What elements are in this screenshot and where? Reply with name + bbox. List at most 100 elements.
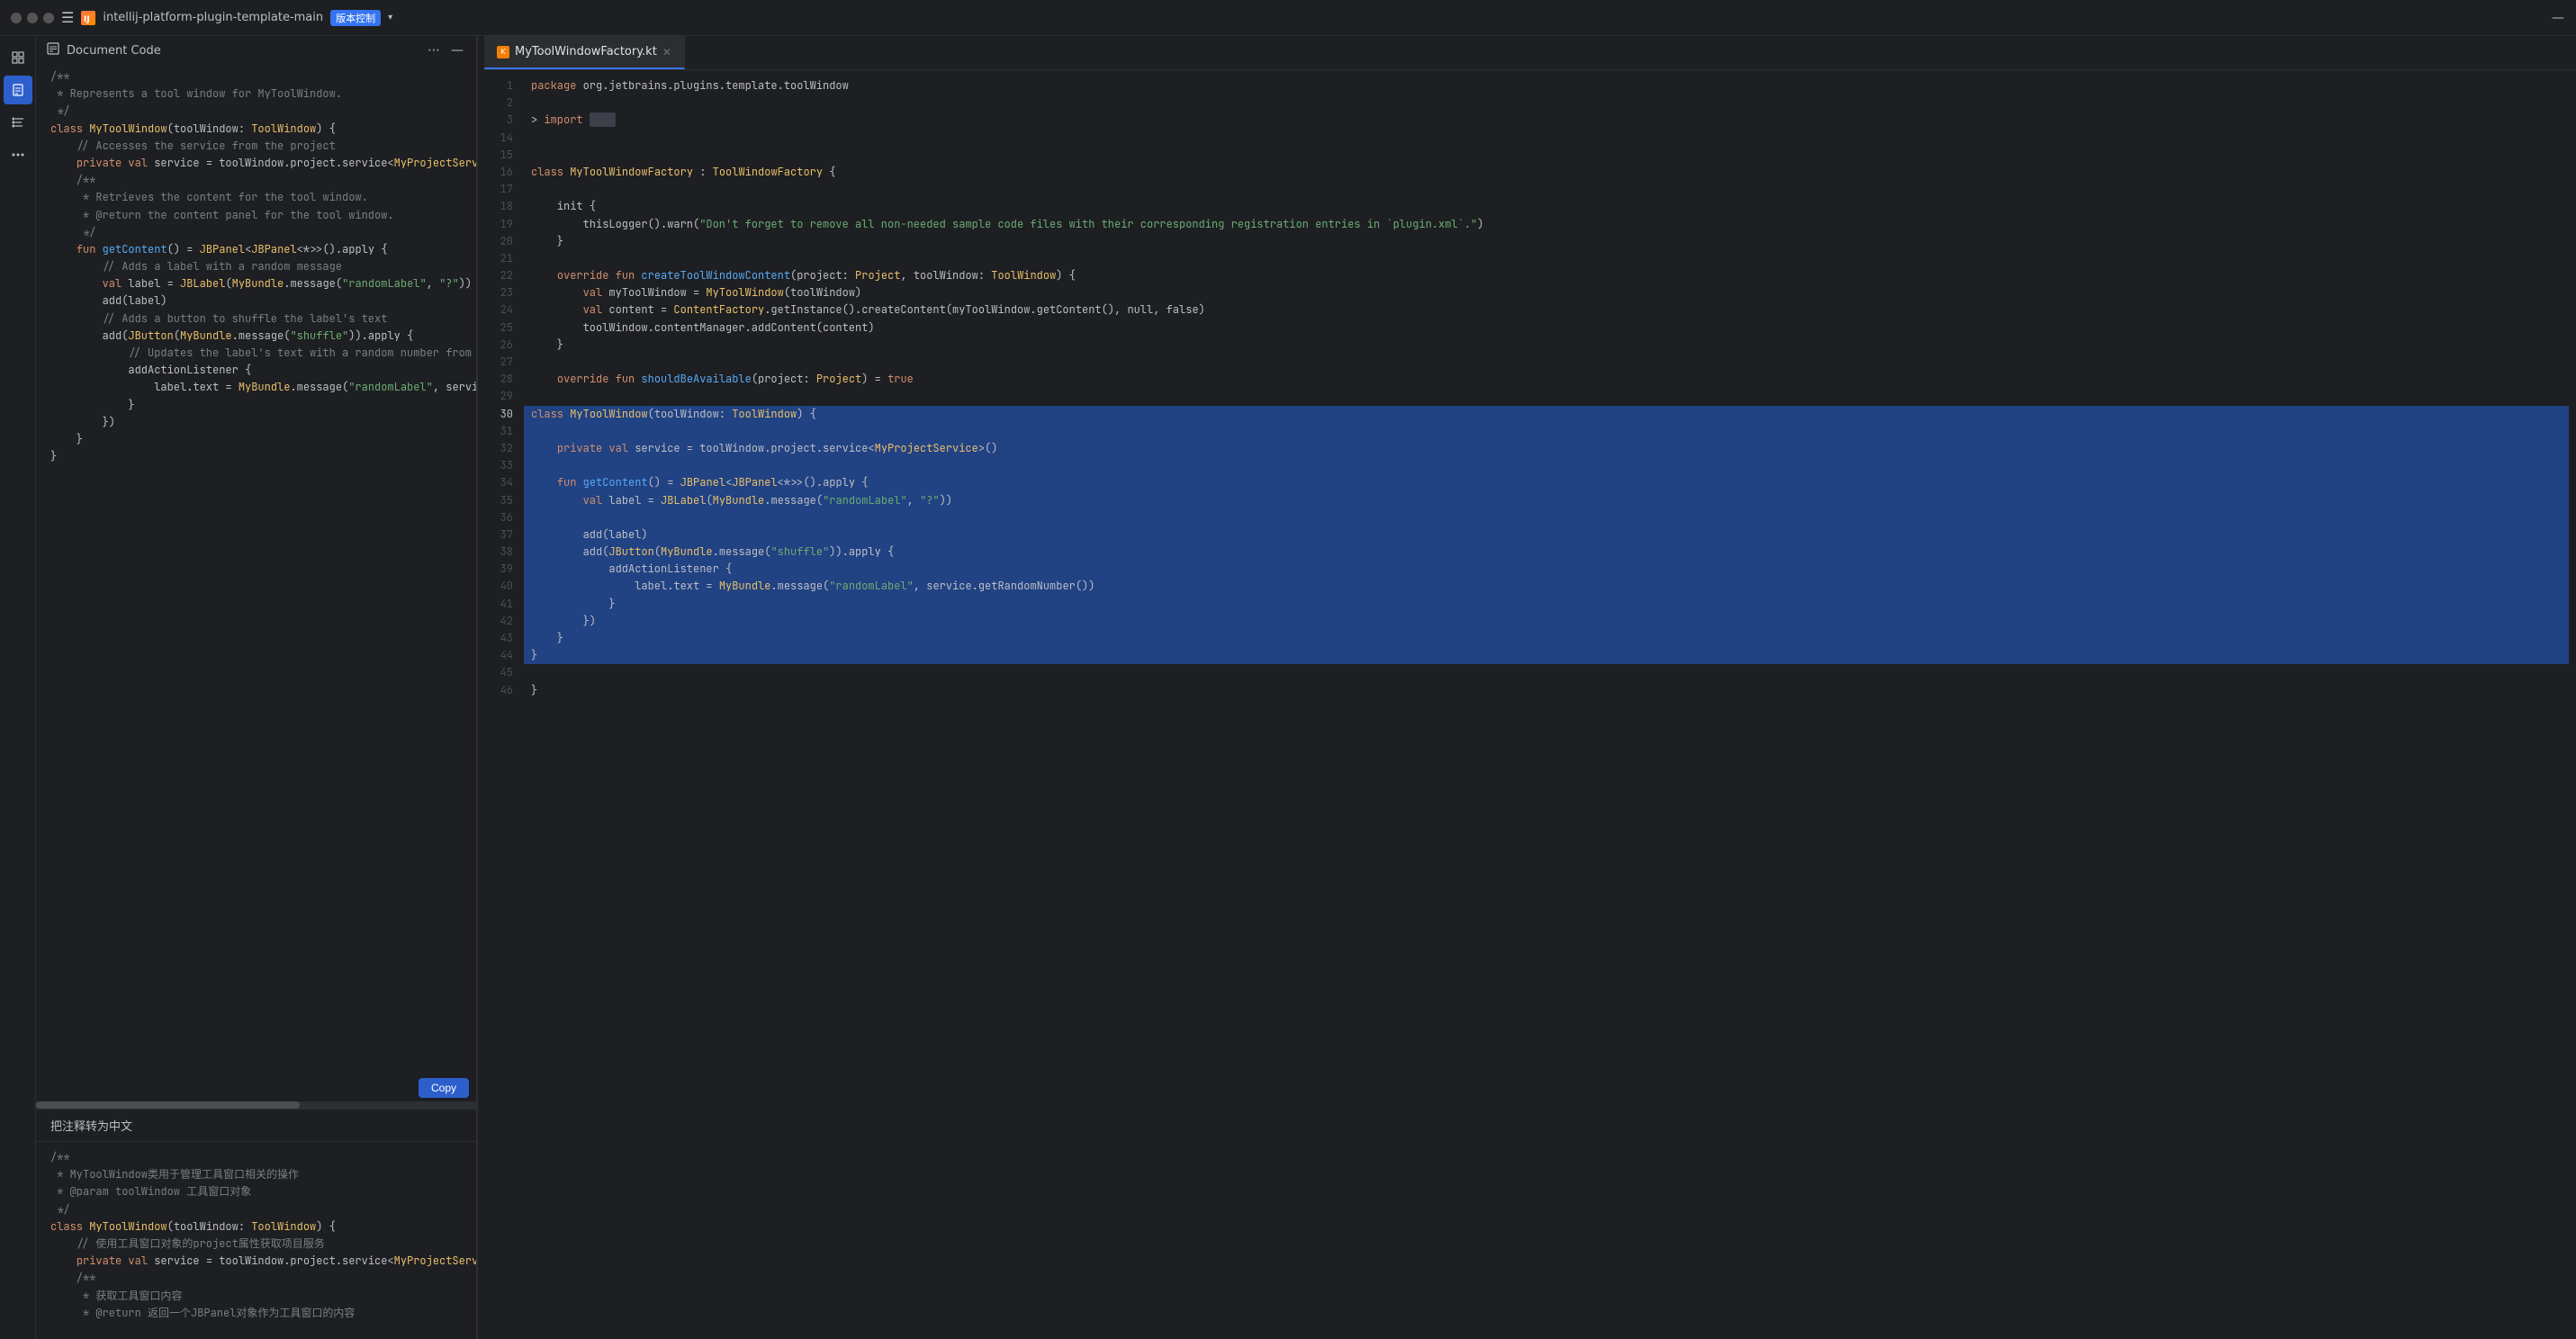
editor-area: 1 2 3 14 15 16 17 18 19 20 21 22 23 24 2… <box>484 70 2576 1339</box>
editor-line-selected: addActionListener { <box>524 561 2569 578</box>
editor-line: toolWindow.contentManager.addContent(con… <box>524 319 2569 337</box>
copy-button-container: Copy <box>36 1074 476 1101</box>
editor-line: val content = ContentFactory.getInstance… <box>524 301 2569 319</box>
hamburger-icon[interactable]: ☰ <box>61 9 74 26</box>
line-num: 45 <box>484 664 524 681</box>
line-num: 43 <box>484 630 524 647</box>
vcs-dropdown-icon[interactable]: ▾ <box>388 13 392 22</box>
editor-line <box>524 94 2569 112</box>
code-line: } <box>36 431 476 448</box>
activity-more-btn[interactable] <box>4 140 32 169</box>
tab-bar: K MyToolWindowFactory.kt ✕ <box>484 36 2576 70</box>
app-logo: IJ <box>81 11 95 25</box>
tab-label: MyToolWindowFactory.kt <box>515 45 657 58</box>
tab-close-btn[interactable]: ✕ <box>662 46 671 58</box>
right-panel: K MyToolWindowFactory.kt ✕ 1 2 3 14 15 1… <box>484 36 2576 1339</box>
code-line: label.text = MyBundle.message("randomLab… <box>36 379 476 396</box>
activity-structure-btn[interactable] <box>4 108 32 137</box>
code-line: /** <box>36 1270 476 1287</box>
line-num: 19 <box>484 216 524 233</box>
copy-button[interactable]: Copy <box>419 1078 469 1098</box>
line-num: 16 <box>484 164 524 181</box>
editor-line-selected <box>524 423 2569 440</box>
code-line: // Accesses the service from the project <box>36 138 476 155</box>
code-line: */ <box>36 1201 476 1218</box>
line-num: 38 <box>484 544 524 561</box>
code-line: */ <box>36 224 476 241</box>
activity-bar <box>0 36 36 1339</box>
line-num: 21 <box>484 250 524 267</box>
code-line: /** <box>36 172 476 189</box>
panel-title: Document Code <box>67 44 161 58</box>
vcs-badge[interactable]: 版本控制 <box>330 10 381 26</box>
editor-line: override fun createToolWindowContent(pro… <box>524 267 2569 284</box>
code-line: add(label) <box>36 292 476 310</box>
line-num: 31 <box>484 423 524 440</box>
panel-options-btn[interactable]: ⋯ <box>426 41 442 59</box>
translated-code-area: /** * MyToolWindow类用于管理工具窗口相关的操作 * @para… <box>36 1141 476 1339</box>
line-num: 24 <box>484 301 524 319</box>
right-scrollbar[interactable] <box>2569 70 2576 1339</box>
editor-line <box>524 664 2569 681</box>
editor-line-selected: add(JButton(MyBundle.message("shuffle"))… <box>524 544 2569 561</box>
editor-line: class MyToolWindowFactory : ToolWindowFa… <box>524 164 2569 181</box>
line-num: 33 <box>484 457 524 474</box>
left-horizontal-scrollbar[interactable] <box>36 1101 476 1109</box>
left-panel: Document Code ⋯ — /** * Represents a too… <box>36 36 477 1339</box>
editor-line: init { <box>524 198 2569 215</box>
code-line: // Adds a button to shuffle the label's … <box>36 310 476 328</box>
line-num: 18 <box>484 198 524 215</box>
editor-line <box>524 181 2569 198</box>
svg-text:IJ: IJ <box>84 15 90 23</box>
line-num: 20 <box>484 233 524 250</box>
left-scrollbar-thumb <box>36 1101 300 1109</box>
code-line: fun getContent() = JBPanel<JBPanel<*>>()… <box>36 241 476 258</box>
window-dot3 <box>43 13 54 23</box>
editor-line-selected: } <box>524 630 2569 647</box>
editor-line: val myToolWindow = MyToolWindow(toolWind… <box>524 284 2569 301</box>
line-num: 23 <box>484 284 524 301</box>
panel-gutter <box>477 36 484 1339</box>
code-line: add(JButton(MyBundle.message("shuffle"))… <box>36 328 476 345</box>
code-line: addActionListener { <box>36 362 476 379</box>
line-num: 46 <box>484 682 524 699</box>
panel-minimize-btn[interactable]: — <box>449 41 465 59</box>
code-line: private val service = toolWindow.project… <box>36 155 476 172</box>
editor-line: thisLogger().warn("Don't forget to remov… <box>524 216 2569 233</box>
code-line: * @param toolWindow 工具窗口对象 <box>36 1183 476 1200</box>
activity-project-btn[interactable] <box>4 43 32 72</box>
code-line: val label = JBLabel(MyBundle.message("ra… <box>36 275 476 292</box>
project-name: intellij-platform-plugin-template-main <box>103 11 323 24</box>
line-num: 15 <box>484 147 524 164</box>
title-bar: ☰ IJ intellij-platform-plugin-template-m… <box>0 0 2576 36</box>
minimize-button[interactable]: — <box>2551 11 2565 25</box>
code-editor[interactable]: package org.jetbrains.plugins.template.t… <box>524 70 2569 1339</box>
editor-line: override fun shouldBeAvailable(project: … <box>524 371 2569 388</box>
activity-document-btn[interactable] <box>4 76 32 104</box>
editor-line-selected: val label = JBLabel(MyBundle.message("ra… <box>524 492 2569 509</box>
editor-line-selected: }) <box>524 613 2569 630</box>
editor-line-selected <box>524 509 2569 526</box>
editor-tab[interactable]: K MyToolWindowFactory.kt ✕ <box>484 36 685 69</box>
editor-line-selected <box>524 457 2569 474</box>
line-numbers: 1 2 3 14 15 16 17 18 19 20 21 22 23 24 2… <box>484 70 524 1339</box>
editor-line-selected: add(label) <box>524 526 2569 544</box>
editor-line-selected: } <box>524 596 2569 613</box>
left-code-view: /** * Represents a tool window for MyToo… <box>36 65 476 1074</box>
editor-line <box>524 388 2569 405</box>
window-controls <box>11 13 54 23</box>
line-num: 29 <box>484 388 524 405</box>
line-num: 28 <box>484 371 524 388</box>
code-line: * @return 返回一个JBPanel对象作为工具窗口的内容 <box>36 1305 476 1322</box>
line-num: 35 <box>484 492 524 509</box>
line-num: 2 <box>484 94 524 112</box>
code-line: * MyToolWindow类用于管理工具窗口相关的操作 <box>36 1166 476 1183</box>
code-line: * Retrieves the content for the tool win… <box>36 189 476 206</box>
code-line: class MyToolWindow(toolWindow: ToolWindo… <box>36 1218 476 1236</box>
window-dot <box>11 13 22 23</box>
line-num: 42 <box>484 613 524 630</box>
line-num: 37 <box>484 526 524 544</box>
code-line: */ <box>36 103 476 120</box>
line-num: 14 <box>484 130 524 147</box>
line-num: 26 <box>484 337 524 354</box>
